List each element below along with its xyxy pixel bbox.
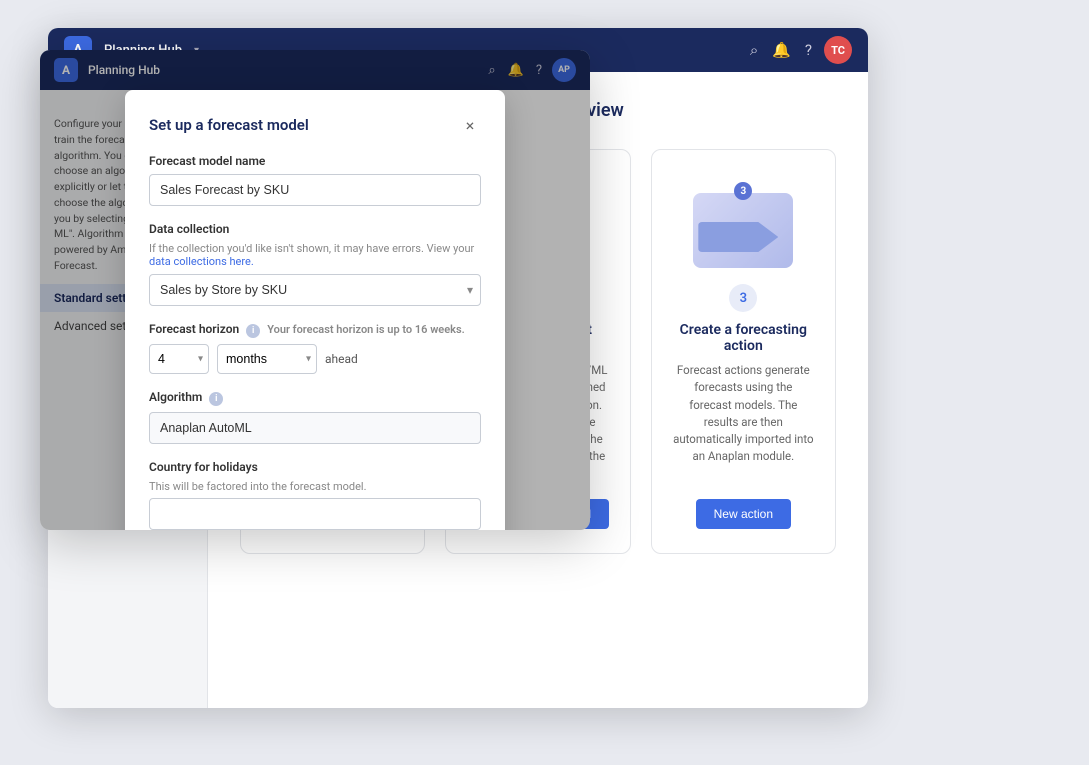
help-icon[interactable]: ? <box>805 41 812 59</box>
model-name-field: Forecast model name <box>149 154 481 206</box>
model-name-label: Forecast model name <box>149 154 481 168</box>
country-sublabel: This will be factored into the forecast … <box>149 480 481 493</box>
model-name-input[interactable] <box>149 174 481 206</box>
forecast-horizon-label: Forecast horizon i Your forecast horizon… <box>149 322 481 338</box>
algorithm-field: Algorithm i <box>149 390 481 444</box>
data-collections-link[interactable]: data collections here. <box>149 255 254 268</box>
modal-close-button[interactable]: × <box>459 114 481 136</box>
algorithm-label: Algorithm i <box>149 390 481 406</box>
card-illustration-3: 3 <box>688 178 798 268</box>
card-title-3: Create a forecasting action <box>672 322 815 354</box>
horizon-ahead-label: ahead <box>325 352 358 366</box>
front-window: A Planning Hub ⌕ 🔔 ? AP Configure your s… <box>40 50 590 530</box>
new-action-button[interactable]: New action <box>696 499 791 529</box>
front-layout: Configure your settings to train the for… <box>40 90 590 530</box>
bell-icon[interactable]: 🔔 <box>772 41 791 59</box>
data-collection-select-wrapper: Sales by Store by SKU ▾ <box>149 274 481 306</box>
modal-title: Set up a forecast model <box>149 116 309 134</box>
horizon-unit-select[interactable]: months days weeks <box>217 344 317 374</box>
modal-overlay: Set up a forecast model × Forecast model… <box>40 50 590 530</box>
forecast-horizon-info-icon[interactable]: i <box>246 324 260 338</box>
card-forecasting-action: 3 3 Create a forecasting action Forecast… <box>651 149 836 554</box>
avatar: TC <box>824 36 852 64</box>
forecast-horizon-field: Forecast horizon i Your forecast horizon… <box>149 322 481 374</box>
country-label: Country for holidays <box>149 460 481 474</box>
card-desc-3: Forecast actions generate forecasts usin… <box>672 362 815 483</box>
data-collection-select[interactable]: Sales by Store by SKU <box>149 274 481 306</box>
horizon-num-select[interactable]: 4 1 2 3 5 6 <box>149 344 209 374</box>
algorithm-info-icon[interactable]: i <box>209 392 223 406</box>
forecast-horizon-hint: Your forecast horizon is up to 16 weeks. <box>267 323 465 336</box>
forecast-model-modal: Set up a forecast model × Forecast model… <box>125 90 505 530</box>
data-collection-label: Data collection <box>149 222 481 236</box>
card-step-badge-3: 3 <box>729 284 757 312</box>
country-input[interactable] <box>149 498 481 530</box>
modal-header: Set up a forecast model × <box>149 114 481 136</box>
back-topbar-icons: ⌕ 🔔 ? <box>750 41 812 59</box>
horizon-num-wrapper: 4 1 2 3 5 6 ▾ <box>149 344 209 374</box>
horizon-unit-wrapper: months days weeks ▾ <box>217 344 317 374</box>
horizon-row: 4 1 2 3 5 6 ▾ months <box>149 344 481 374</box>
data-collection-field: Data collection If the collection you'd … <box>149 222 481 306</box>
search-icon[interactable]: ⌕ <box>750 41 758 59</box>
algorithm-input[interactable] <box>149 412 481 444</box>
data-collection-sublabel: If the collection you'd like isn't shown… <box>149 242 481 268</box>
country-field: Country for holidays This will be factor… <box>149 460 481 530</box>
